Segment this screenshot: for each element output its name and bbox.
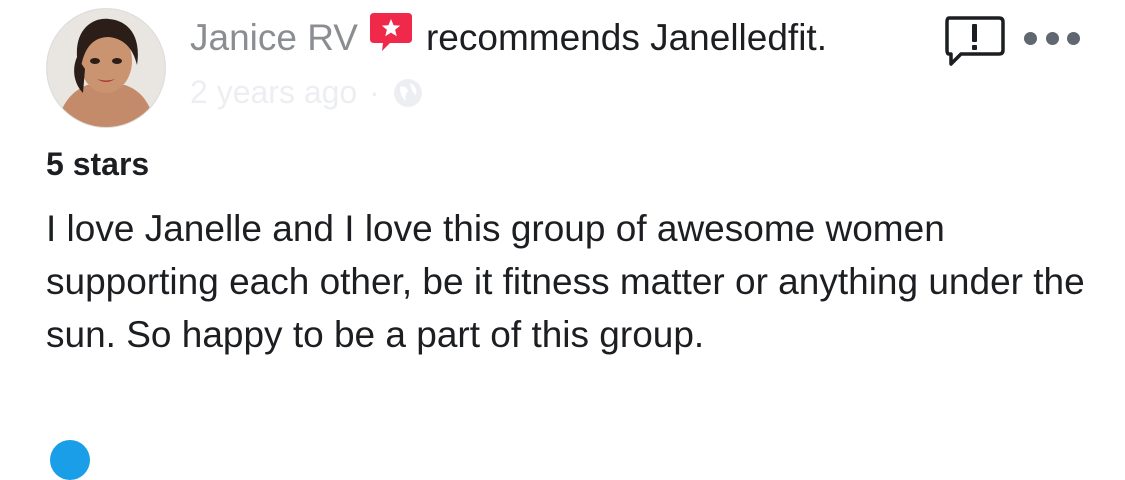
author-avatar[interactable] xyxy=(46,8,166,128)
avatar-image xyxy=(47,9,165,127)
post-header: Janice RV recommends Janelledfit. xyxy=(190,11,827,62)
more-options-icon xyxy=(1067,31,1080,45)
post-timestamp[interactable]: 2 years ago xyxy=(190,74,357,111)
recommend-star-icon xyxy=(368,11,414,55)
rating-label: 5 stars xyxy=(46,146,150,182)
more-options-icon xyxy=(1024,31,1037,45)
report-button[interactable] xyxy=(943,14,1007,68)
post-meta: 2 years ago · xyxy=(190,74,424,111)
recommendation-text: recommends Janelledfit. xyxy=(425,17,827,58)
author-name[interactable]: Janice RV xyxy=(190,14,358,62)
next-comment-avatar[interactable] xyxy=(50,440,90,480)
more-options-icon xyxy=(1045,31,1059,45)
meta-separator: · xyxy=(369,74,380,110)
review-text: I love Janelle and I love this group of … xyxy=(46,208,1085,355)
globe-icon xyxy=(392,77,424,109)
more-options-button[interactable] xyxy=(1024,26,1080,50)
report-exclamation-icon xyxy=(945,16,1005,66)
